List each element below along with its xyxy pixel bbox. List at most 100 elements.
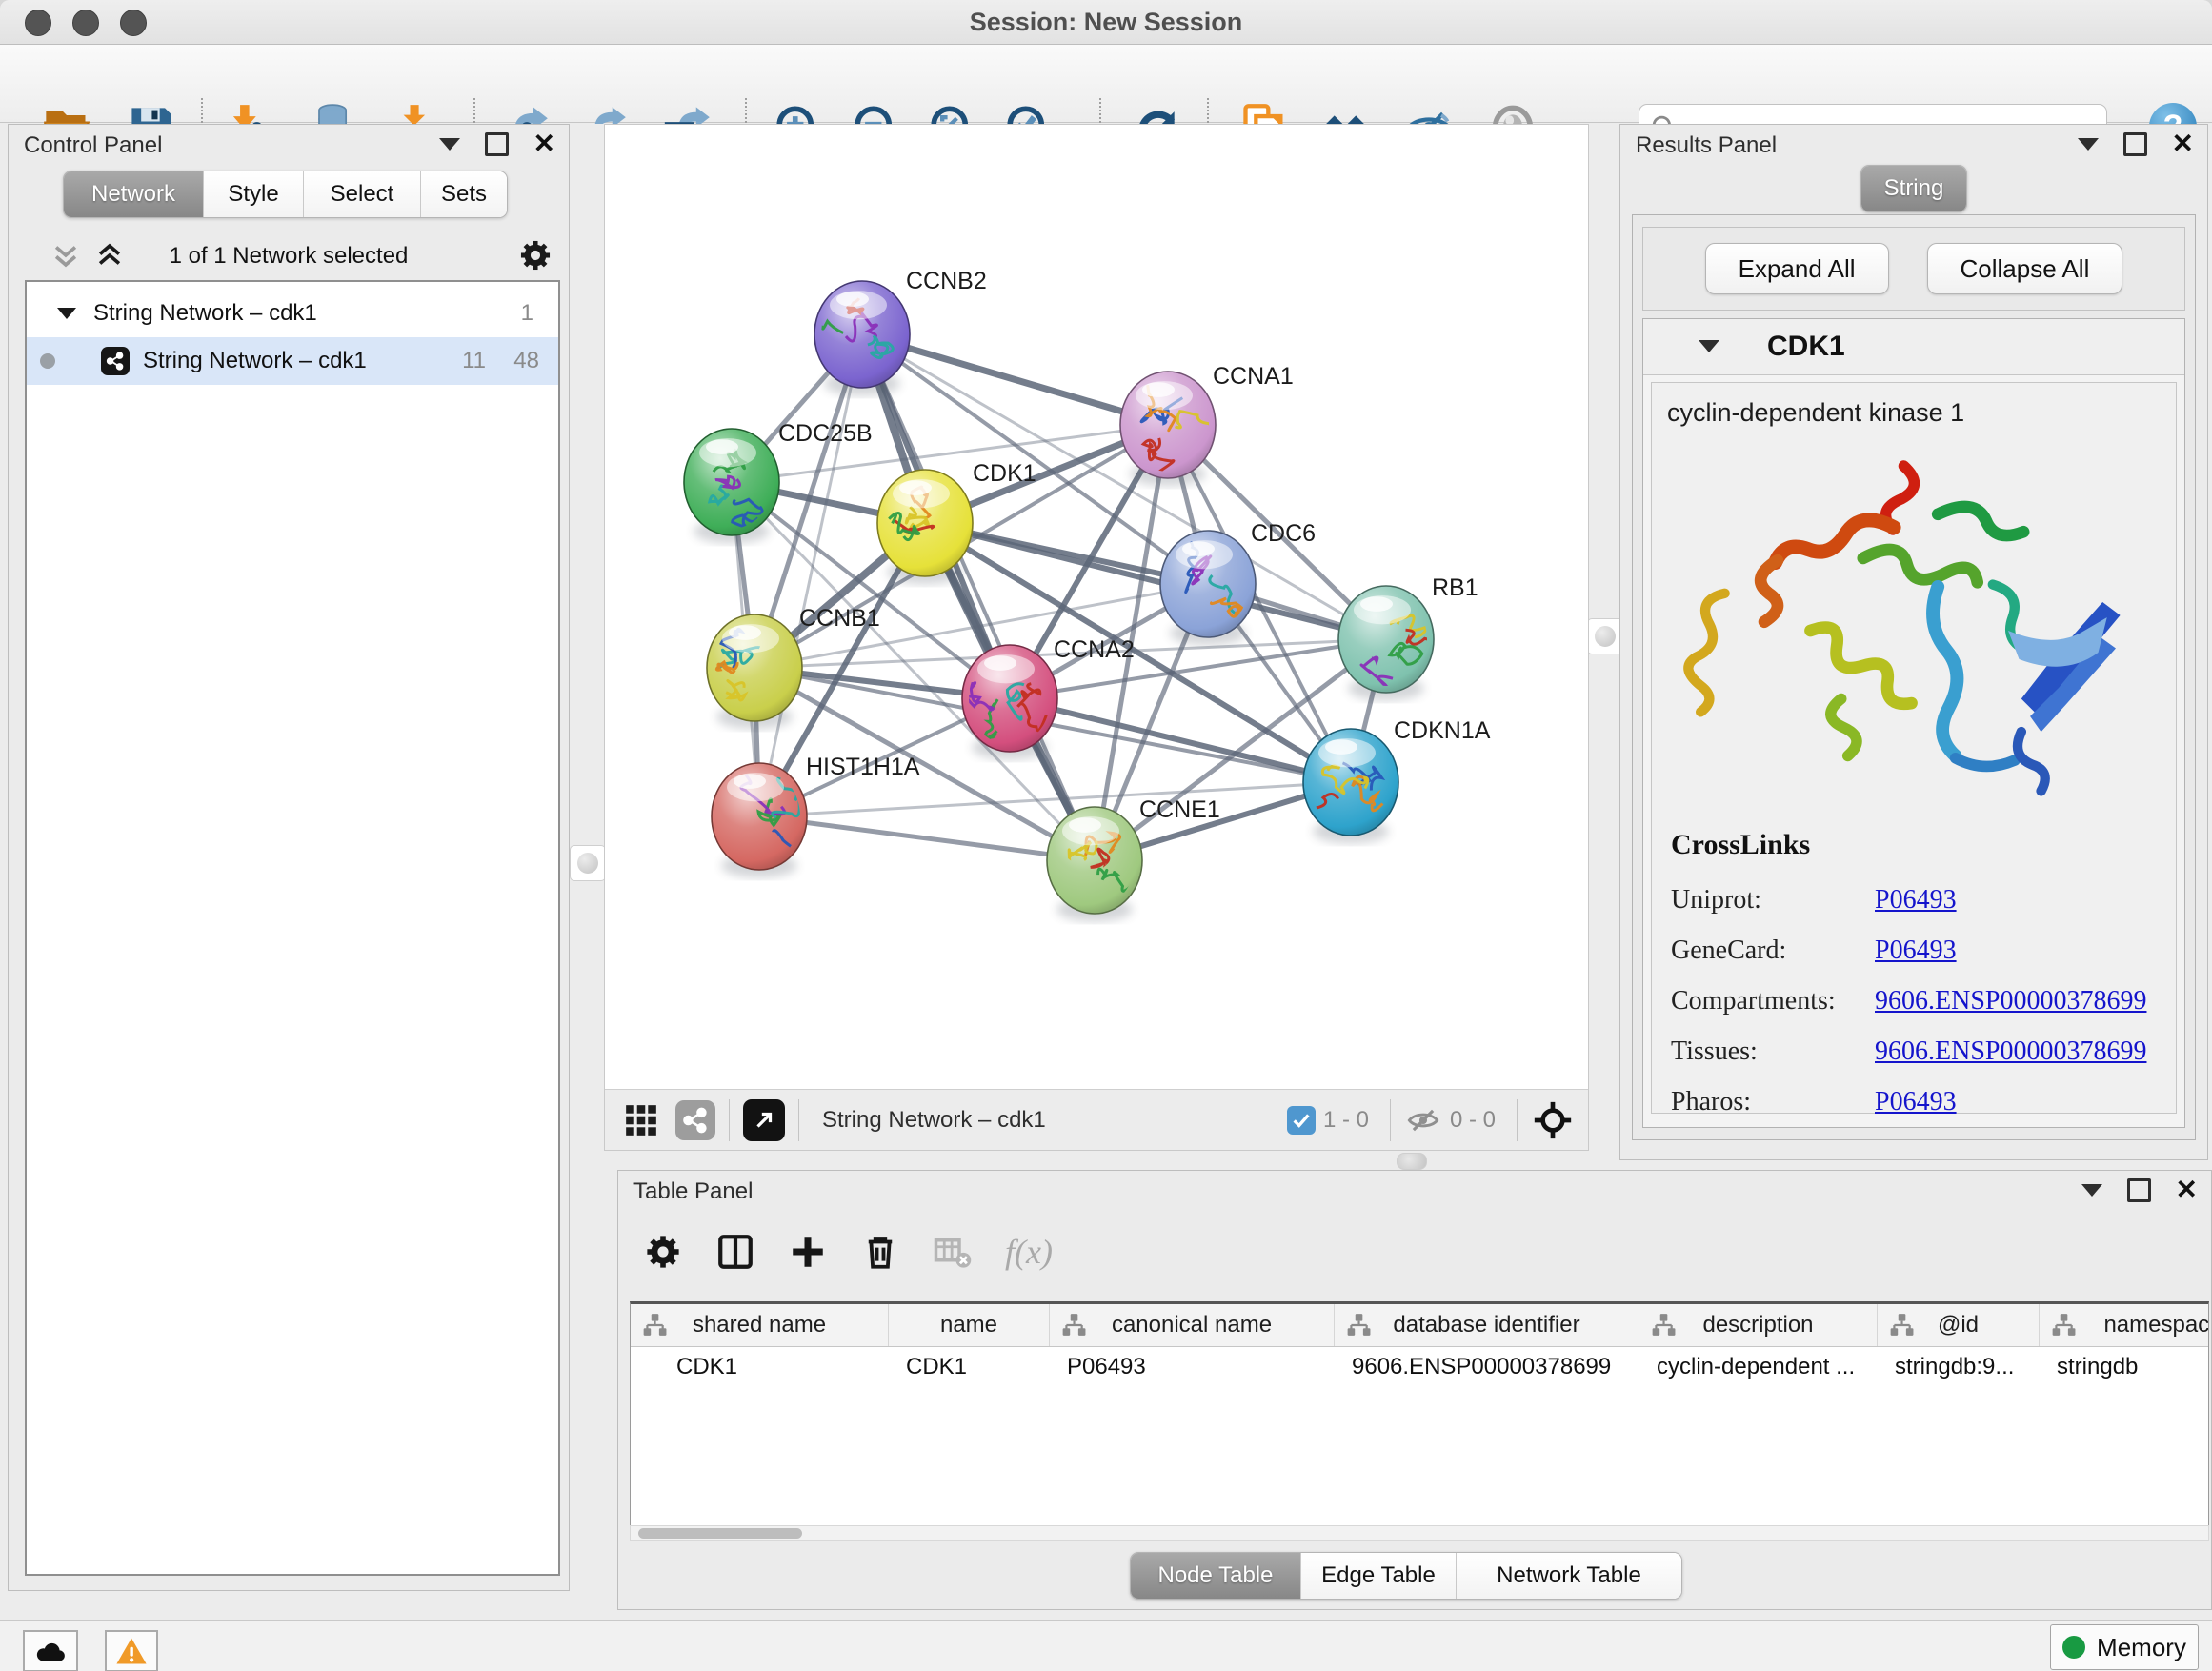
collapse-panel-icon[interactable] xyxy=(439,138,460,151)
crosslink-label: GeneCard: xyxy=(1671,936,1875,966)
node-CCNA1[interactable] xyxy=(1120,372,1216,487)
memory-label: Memory xyxy=(2097,1633,2186,1662)
crosslinks-heading: CrossLinks xyxy=(1671,829,2159,861)
string-view-icon[interactable] xyxy=(675,1100,715,1140)
right-splitter-handle[interactable] xyxy=(1587,618,1623,654)
app-status-bar: Memory xyxy=(0,1620,2212,1671)
node-RB1[interactable] xyxy=(1338,586,1445,701)
column-header-description[interactable]: description xyxy=(1639,1304,1878,1346)
delete-column-trash-icon[interactable] xyxy=(860,1232,900,1272)
right-splitter[interactable] xyxy=(1589,124,1619,1160)
tab-sets[interactable]: Sets xyxy=(420,171,507,217)
tree-expand-icon[interactable] xyxy=(57,308,76,319)
namespace-tree-icon xyxy=(1651,1313,1676,1338)
crosslink-row: Uniprot:P06493 xyxy=(1671,875,2159,925)
warnings-button[interactable] xyxy=(105,1630,158,1671)
network-options-gear-icon[interactable] xyxy=(517,237,553,273)
tab-edge-table[interactable]: Edge Table xyxy=(1300,1553,1456,1599)
node-CDC6[interactable] xyxy=(1160,531,1270,646)
network-canvas[interactable]: CCNB2CCNA1CDC25BCDK1CDC6RB1CCNB1CCNA2CDK… xyxy=(605,125,1588,1089)
node-label-CDKN1A: CDKN1A xyxy=(1394,717,1491,744)
edge-layer xyxy=(732,334,1386,860)
function-builder-icon: f(x) xyxy=(1005,1232,1053,1272)
table-cell: CDK1 xyxy=(631,1347,889,1387)
close-panel-icon[interactable]: ✕ xyxy=(533,131,555,157)
column-header-@id[interactable]: @id xyxy=(1878,1304,2040,1346)
node-CCNB2[interactable] xyxy=(779,281,910,396)
section-collapse-icon[interactable] xyxy=(1699,340,1719,352)
tab-string[interactable]: String xyxy=(1861,166,1966,211)
node-label-CCNB2: CCNB2 xyxy=(906,268,987,294)
node-HIST1H1A[interactable] xyxy=(712,763,810,878)
grid-view-icon[interactable] xyxy=(620,1099,662,1141)
status-separator xyxy=(798,1099,799,1141)
node-CCNB1[interactable] xyxy=(707,614,802,730)
birds-eye-view-icon[interactable] xyxy=(743,1099,785,1141)
float-panel-icon[interactable] xyxy=(2127,1178,2151,1202)
close-panel-icon[interactable]: ✕ xyxy=(2176,1177,2198,1203)
crosslink-link[interactable]: P06493 xyxy=(1875,936,1957,966)
table-cell: stringdb:9... xyxy=(1878,1347,2040,1387)
fit-content-crosshair-icon[interactable] xyxy=(1531,1098,1575,1142)
column-header-canonical-name[interactable]: canonical name xyxy=(1050,1304,1335,1346)
column-header-name[interactable]: name xyxy=(889,1304,1050,1346)
edge-CCNB2-HIST1H1A[interactable] xyxy=(759,334,862,816)
node-table: shared namenamecanonical namedatabase id… xyxy=(630,1301,2209,1541)
tab-network[interactable]: Network xyxy=(64,171,203,217)
tab-style[interactable]: Style xyxy=(203,171,303,217)
network-collection-row[interactable]: String Network – cdk1 1 xyxy=(27,290,558,337)
results-panel-title: Results Panel xyxy=(1636,132,1777,159)
table-hscrollbar-thumb[interactable] xyxy=(638,1528,802,1539)
tab-network-table[interactable]: Network Table xyxy=(1456,1553,1681,1599)
network-view: CCNB2CCNA1CDC25BCDK1CDC6RB1CCNB1CCNA2CDK… xyxy=(604,124,1589,1151)
collapse-panel-icon[interactable] xyxy=(2081,1184,2102,1197)
selected-checkbox-icon[interactable] xyxy=(1287,1106,1316,1135)
node-CDKN1A[interactable] xyxy=(1287,729,1398,844)
show-columns-icon[interactable] xyxy=(715,1232,755,1272)
cloud-button[interactable] xyxy=(23,1630,78,1671)
tab-select[interactable]: Select xyxy=(303,171,420,217)
close-panel-icon[interactable]: ✕ xyxy=(2172,131,2194,157)
table-row[interactable]: CDK1CDK1P064939606.ENSP00000378699cyclin… xyxy=(631,1347,2208,1387)
node-label-CCNA2: CCNA2 xyxy=(1054,636,1135,663)
bottom-splitter-handle[interactable] xyxy=(1397,1153,1427,1170)
table-hscrollbar[interactable] xyxy=(630,1525,2209,1541)
network-row-selected[interactable]: String Network – cdk1 11 48 xyxy=(27,337,558,385)
edge-CCNB2-CCNE1[interactable] xyxy=(862,334,1095,860)
crosslink-link[interactable]: 9606.ENSP00000378699 xyxy=(1875,1037,2146,1067)
table-settings-gear-icon[interactable] xyxy=(643,1232,683,1272)
current-network-name: String Network – cdk1 xyxy=(822,1107,1046,1134)
float-panel-icon[interactable] xyxy=(2123,132,2147,156)
collapse-all-button[interactable]: Collapse All xyxy=(1927,243,2123,294)
memory-button[interactable]: Memory xyxy=(2050,1624,2199,1670)
edge-HIST1H1A-CCNE1[interactable] xyxy=(759,816,1095,860)
namespace-tree-icon xyxy=(642,1313,667,1338)
main-toolbar: ? xyxy=(0,45,2212,123)
node-CCNA2[interactable] xyxy=(962,645,1057,760)
control-panel: Control Panel ✕ NetworkStyleSelectSets 1… xyxy=(8,124,570,1591)
crosslink-link[interactable]: P06493 xyxy=(1875,1087,1957,1117)
left-splitter-handle[interactable] xyxy=(570,845,606,881)
node-label-CDC6: CDC6 xyxy=(1251,520,1316,547)
add-column-icon[interactable] xyxy=(788,1232,828,1272)
node-CCNE1[interactable] xyxy=(1047,807,1142,922)
left-splitter[interactable] xyxy=(570,124,604,1591)
float-panel-icon[interactable] xyxy=(485,132,509,156)
node-CDK1[interactable] xyxy=(877,470,973,585)
tab-node-table[interactable]: Node Table xyxy=(1131,1553,1300,1599)
crosslink-link[interactable]: P06493 xyxy=(1875,885,1957,916)
table-type-tabs: Node TableEdge TableNetwork Table xyxy=(1130,1552,1682,1600)
selected-counts: 1 - 0 xyxy=(1323,1107,1369,1134)
node-CDC25B[interactable] xyxy=(684,429,779,544)
column-header-database-identifier[interactable]: database identifier xyxy=(1335,1304,1639,1346)
expand-all-button[interactable]: Expand All xyxy=(1705,243,1889,294)
edge-CDK1-RB1[interactable] xyxy=(925,523,1386,639)
column-header-shared-name[interactable]: shared name xyxy=(631,1304,889,1346)
collapse-panel-icon[interactable] xyxy=(2078,138,2099,151)
crosslink-label: Compartments: xyxy=(1671,986,1875,1017)
column-header-namespace[interactable]: namespace xyxy=(2040,1304,2209,1346)
network-selection-summary: 1 of 1 Network selected xyxy=(9,243,569,270)
crosslink-link[interactable]: 9606.ENSP00000378699 xyxy=(1875,986,2146,1017)
node-label-CCNE1: CCNE1 xyxy=(1139,796,1220,823)
hidden-eye-icon[interactable] xyxy=(1404,1106,1442,1135)
